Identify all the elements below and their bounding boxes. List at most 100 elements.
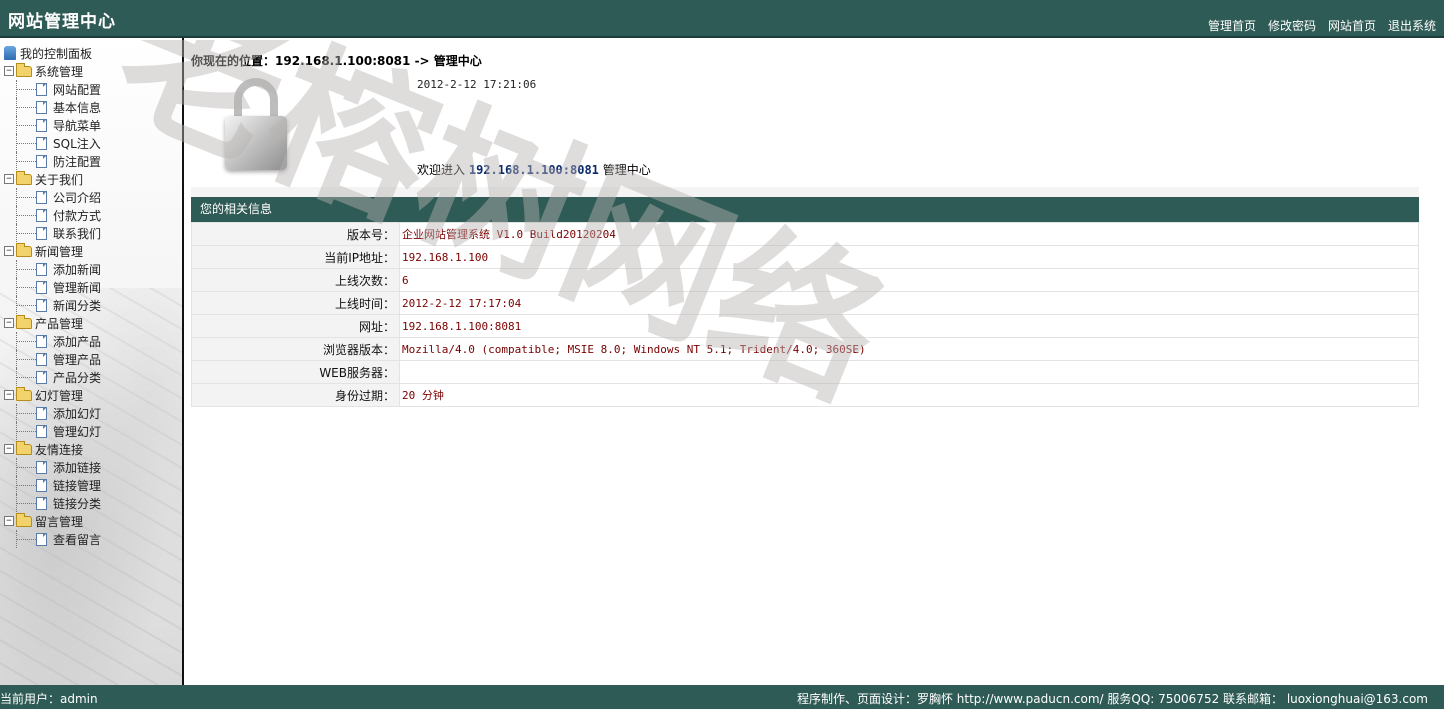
tree-group-label[interactable]: 幻灯管理 bbox=[35, 387, 83, 404]
tree-item-label[interactable]: 付款方式 bbox=[53, 207, 101, 224]
folder-open-icon bbox=[16, 62, 32, 77]
info-value: Mozilla/4.0 (compatible; MSIE 8.0; Windo… bbox=[399, 337, 1419, 361]
tree-item[interactable]: 添加幻灯 bbox=[4, 404, 182, 422]
tree-item-label[interactable]: 链接管理 bbox=[53, 477, 101, 494]
tree-item-label[interactable]: 网站配置 bbox=[53, 81, 101, 98]
tree-item[interactable]: 管理幻灯 bbox=[4, 422, 182, 440]
tree-item[interactable]: 网站配置 bbox=[4, 80, 182, 98]
welcome-message: 欢迎进入 192.168.1.100:8081 管理中心 bbox=[417, 161, 651, 178]
main-content: 你现在的位置：192.168.1.100:8081 -> 管理中心 2012-2… bbox=[186, 40, 1444, 685]
info-value bbox=[399, 360, 1419, 384]
tree-item[interactable]: 新闻分类 bbox=[4, 296, 182, 314]
tree-item[interactable]: 公司介绍 bbox=[4, 188, 182, 206]
tree-item[interactable]: 添加产品 bbox=[4, 332, 182, 350]
folder-open-icon bbox=[16, 512, 32, 527]
tree-item-label[interactable]: 添加产品 bbox=[53, 333, 101, 350]
folder-open-icon bbox=[16, 440, 32, 455]
tree-item-label[interactable]: 链接分类 bbox=[53, 495, 101, 512]
tree-item[interactable]: 查看留言 bbox=[4, 530, 182, 548]
tree-item-label[interactable]: 查看留言 bbox=[53, 531, 101, 548]
info-key: 浏览器版本： bbox=[191, 337, 400, 361]
tree-item[interactable]: 防注配置 bbox=[4, 152, 182, 170]
tree-item-label[interactable]: 添加新闻 bbox=[53, 261, 101, 278]
tree-item-label[interactable]: 联系我们 bbox=[53, 225, 101, 242]
nav-change-password[interactable]: 修改密码 bbox=[1268, 17, 1316, 34]
tree-item-label[interactable]: SQL注入 bbox=[53, 135, 101, 152]
tree-group-label[interactable]: 新闻管理 bbox=[35, 243, 83, 260]
tree-item[interactable]: SQL注入 bbox=[4, 134, 182, 152]
tree-group-header[interactable]: − 留言管理 bbox=[4, 512, 182, 530]
tree-item-label[interactable]: 产品分类 bbox=[53, 369, 101, 386]
tree-root-label[interactable]: 我的控制面板 bbox=[20, 45, 92, 62]
tree-item[interactable]: 基本信息 bbox=[4, 98, 182, 116]
collapse-icon[interactable]: − bbox=[4, 516, 14, 526]
nav-site-home[interactable]: 网站首页 bbox=[1328, 17, 1376, 34]
collapse-icon[interactable]: − bbox=[4, 246, 14, 256]
collapse-icon[interactable]: − bbox=[4, 444, 14, 454]
nav-logout[interactable]: 退出系统 bbox=[1388, 17, 1436, 34]
tree-group-header[interactable]: − 新闻管理 bbox=[4, 242, 182, 260]
info-row: 网址： 192.168.1.100:8081 bbox=[191, 314, 1419, 338]
tree-group-label[interactable]: 友情连接 bbox=[35, 441, 83, 458]
tree-item-label[interactable]: 添加幻灯 bbox=[53, 405, 101, 422]
tree-group: − 友情连接 添加链接 链接管理 链接分类 bbox=[4, 440, 182, 512]
tree-item-label[interactable]: 新闻分类 bbox=[53, 297, 101, 314]
tree-item-label[interactable]: 管理产品 bbox=[53, 351, 101, 368]
tree-group-label[interactable]: 产品管理 bbox=[35, 315, 83, 332]
info-panel-title: 您的相关信息 bbox=[191, 187, 1419, 222]
tree-item[interactable]: 付款方式 bbox=[4, 206, 182, 224]
folder-open-icon bbox=[16, 386, 32, 401]
nav-manage-home[interactable]: 管理首页 bbox=[1208, 17, 1256, 34]
info-key: 上线次数： bbox=[191, 268, 400, 292]
tree-item[interactable]: 联系我们 bbox=[4, 224, 182, 242]
info-row: 当前IP地址： 192.168.1.100 bbox=[191, 245, 1419, 269]
tree-group-label[interactable]: 留言管理 bbox=[35, 513, 83, 530]
tree-group-header[interactable]: − 关于我们 bbox=[4, 170, 182, 188]
info-key: 身份过期： bbox=[191, 383, 400, 407]
page-icon bbox=[36, 208, 47, 222]
breadcrumb-prefix: 你现在的位置： bbox=[191, 54, 276, 68]
tree-item[interactable]: 添加链接 bbox=[4, 458, 182, 476]
info-value: 20 分钟 bbox=[399, 383, 1419, 407]
tree-item[interactable]: 链接分类 bbox=[4, 494, 182, 512]
tree-item[interactable]: 链接管理 bbox=[4, 476, 182, 494]
tree-item-label[interactable]: 添加链接 bbox=[53, 459, 101, 476]
lock-body bbox=[225, 116, 287, 170]
tree-item-label[interactable]: 管理幻灯 bbox=[53, 423, 101, 440]
page-icon bbox=[36, 460, 47, 474]
collapse-icon[interactable]: − bbox=[4, 174, 14, 184]
info-value: 192.168.1.100 bbox=[399, 245, 1419, 269]
collapse-icon[interactable]: − bbox=[4, 390, 14, 400]
tree-group-label[interactable]: 关于我们 bbox=[35, 171, 83, 188]
info-key: 当前IP地址： bbox=[191, 245, 400, 269]
tree-group-header[interactable]: − 产品管理 bbox=[4, 314, 182, 332]
tree-item[interactable]: 添加新闻 bbox=[4, 260, 182, 278]
breadcrumb-path: 192.168.1.100:8081 -> 管理中心 bbox=[275, 54, 482, 68]
page-icon bbox=[36, 100, 47, 114]
tree-group-header[interactable]: − 幻灯管理 bbox=[4, 386, 182, 404]
tree-item-label[interactable]: 公司介绍 bbox=[53, 189, 101, 206]
tree-item[interactable]: 管理新闻 bbox=[4, 278, 182, 296]
tree-group-header[interactable]: − 系统管理 bbox=[4, 62, 182, 80]
tree-item-label[interactable]: 基本信息 bbox=[53, 99, 101, 116]
welcome-host: 192.168.1.100:8081 bbox=[468, 163, 599, 177]
top-header: 网站管理中心 管理首页 修改密码 网站首页 退出系统 bbox=[0, 0, 1444, 38]
tree-item[interactable]: 导航菜单 bbox=[4, 116, 182, 134]
tree-item[interactable]: 产品分类 bbox=[4, 368, 182, 386]
tree-group-label[interactable]: 系统管理 bbox=[35, 63, 83, 80]
info-table: 版本号： 企业网站管理系统 V1.0 Build20120204 当前IP地址： 19… bbox=[191, 222, 1419, 407]
monitor-icon bbox=[4, 46, 16, 60]
tree-item-label[interactable]: 防注配置 bbox=[53, 153, 101, 170]
collapse-icon[interactable]: − bbox=[4, 318, 14, 328]
tree-group: − 新闻管理 添加新闻 管理新闻 新闻分类 bbox=[4, 242, 182, 314]
tree-item-label[interactable]: 管理新闻 bbox=[53, 279, 101, 296]
page-icon bbox=[36, 424, 47, 438]
page-icon bbox=[36, 478, 47, 492]
collapse-icon[interactable]: − bbox=[4, 66, 14, 76]
tree-item[interactable]: 管理产品 bbox=[4, 350, 182, 368]
tree-group-header[interactable]: − 友情连接 bbox=[4, 440, 182, 458]
tree-root[interactable]: 我的控制面板 bbox=[4, 44, 182, 62]
info-row: 上线时间： 2012-2-12 17:17:04 bbox=[191, 291, 1419, 315]
tree-item-label[interactable]: 导航菜单 bbox=[53, 117, 101, 134]
timestamp: 2012-2-12 17:21:06 bbox=[417, 78, 537, 91]
